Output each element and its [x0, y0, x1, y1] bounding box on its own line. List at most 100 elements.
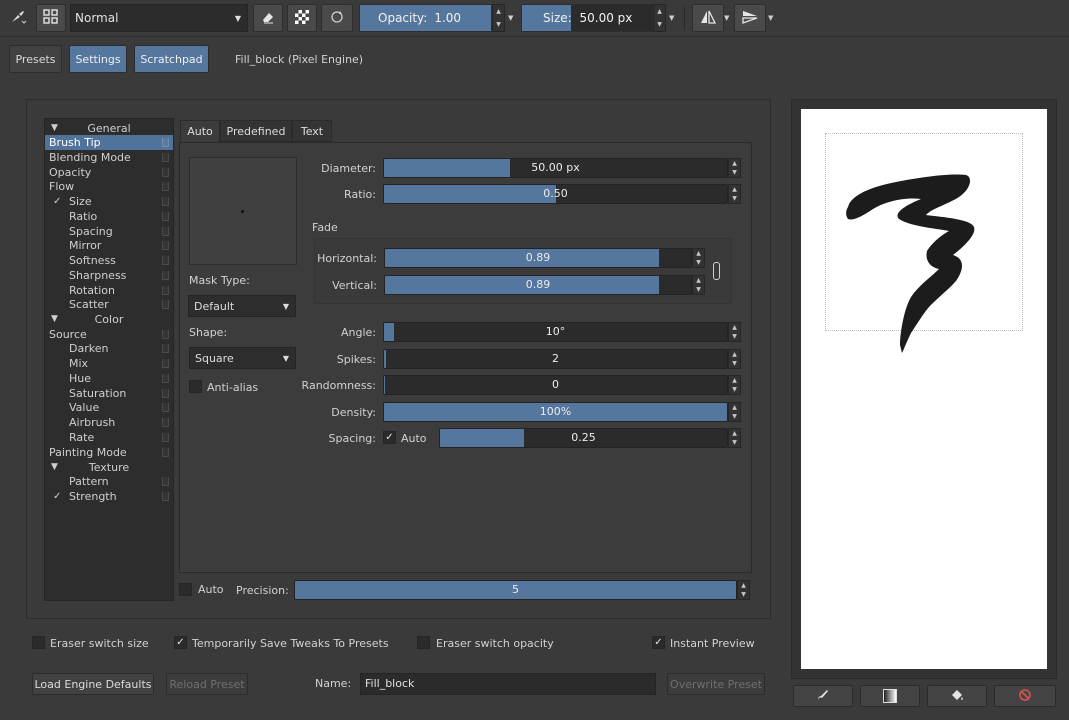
- lock-icon[interactable]: [162, 286, 169, 295]
- tree-group-texture[interactable]: ▼ Texture: [45, 460, 173, 475]
- spacing-slider[interactable]: 0.25: [439, 428, 728, 448]
- lock-icon[interactable]: [162, 241, 169, 250]
- preset-name-input[interactable]: Fill_block: [360, 673, 656, 695]
- overwrite-preset-button[interactable]: Overwrite Preset: [667, 673, 765, 695]
- eraser-switch-size-checkbox[interactable]: [32, 636, 45, 649]
- opacity-spinner[interactable]: ▲ ▼: [492, 4, 505, 32]
- spikes-slider[interactable]: 2: [383, 349, 728, 369]
- spikes-spinner[interactable]: ▲ ▼: [728, 349, 741, 369]
- tree-group-general[interactable]: ▼ General: [45, 121, 173, 136]
- randomness-spinner[interactable]: ▲ ▼: [728, 375, 741, 395]
- tree-item-softness[interactable]: Softness: [45, 253, 173, 268]
- tree-item-airbrush[interactable]: Airbrush: [45, 415, 173, 430]
- ratio-spinner[interactable]: ▲ ▼: [728, 184, 741, 204]
- lock-icon[interactable]: [162, 477, 169, 486]
- brush-settings-button[interactable]: [36, 4, 66, 32]
- blend-mode-dropdown[interactable]: Normal ▼: [70, 4, 248, 32]
- angle-slider[interactable]: 10°: [383, 322, 728, 342]
- density-spinner[interactable]: ▲ ▼: [728, 402, 741, 422]
- spacing-spinner[interactable]: ▲ ▼: [728, 428, 741, 448]
- angle-spinner[interactable]: ▲ ▼: [728, 322, 741, 342]
- scratchpad-clear-button[interactable]: [994, 685, 1056, 707]
- tree-item-pattern[interactable]: Pattern: [45, 474, 173, 489]
- mirror-horizontal-button[interactable]: [692, 4, 724, 32]
- eraser-mode-button[interactable]: [253, 4, 283, 32]
- tree-item-brush-tip[interactable]: Brush Tip: [45, 135, 173, 150]
- chain-link-icon[interactable]: [713, 262, 720, 280]
- tab-text[interactable]: Text: [292, 120, 332, 142]
- diameter-spinner[interactable]: ▲ ▼: [728, 158, 741, 178]
- reload-preset-button[interactable]: [321, 4, 353, 32]
- lock-icon[interactable]: [162, 256, 169, 265]
- diameter-slider[interactable]: 50.00 px: [383, 158, 728, 178]
- tree-item-rate[interactable]: Rate: [45, 430, 173, 445]
- mirror-vertical-button[interactable]: [734, 4, 766, 32]
- shape-dropdown[interactable]: Square ▼: [189, 347, 296, 369]
- horizontal-slider[interactable]: 0.89: [384, 248, 692, 268]
- tree-item-value[interactable]: Value: [45, 400, 173, 415]
- spacing-auto-checkbox[interactable]: ✓: [383, 431, 396, 444]
- tab-presets[interactable]: Presets: [9, 45, 62, 73]
- preserve-alpha-button[interactable]: [287, 4, 317, 32]
- tree-item-mirror[interactable]: Mirror: [45, 238, 173, 253]
- lock-icon[interactable]: [162, 197, 169, 206]
- precision-slider[interactable]: 5: [294, 580, 737, 600]
- lock-icon[interactable]: [162, 374, 169, 383]
- opacity-options-icon[interactable]: ▼: [508, 14, 513, 22]
- lock-icon[interactable]: [162, 138, 169, 147]
- tree-item-flow[interactable]: Flow: [45, 179, 173, 194]
- lock-icon[interactable]: [162, 330, 169, 339]
- lock-icon[interactable]: [162, 433, 169, 442]
- opacity-slider[interactable]: Opacity: 1.00: [359, 4, 492, 32]
- lock-icon[interactable]: [162, 359, 169, 368]
- tab-predefined[interactable]: Predefined: [220, 120, 292, 142]
- lock-icon[interactable]: [162, 418, 169, 427]
- size-slider[interactable]: Size: 50.00 px: [521, 4, 653, 32]
- lock-icon[interactable]: [162, 344, 169, 353]
- lock-icon[interactable]: [162, 153, 169, 162]
- lock-icon[interactable]: [162, 227, 169, 236]
- lock-icon[interactable]: [162, 168, 169, 177]
- tree-item-rotation[interactable]: Rotation: [45, 283, 173, 298]
- tree-item-sharpness[interactable]: Sharpness: [45, 268, 173, 283]
- tree-item-scatter[interactable]: Scatter: [45, 297, 173, 312]
- vertical-spinner[interactable]: ▲ ▼: [692, 275, 705, 295]
- tree-item-darken[interactable]: Darken: [45, 341, 173, 356]
- randomness-slider[interactable]: 0: [383, 375, 728, 395]
- tree-item-painting-mode[interactable]: Painting Mode: [45, 445, 173, 460]
- tree-item-ratio[interactable]: Ratio: [45, 209, 173, 224]
- tab-auto[interactable]: Auto: [180, 120, 220, 142]
- tree-item-opacity[interactable]: Opacity: [45, 165, 173, 180]
- precision-spinner[interactable]: ▲ ▼: [737, 580, 750, 600]
- lock-icon[interactable]: [162, 271, 169, 280]
- scratchpad-gradient-button[interactable]: [860, 685, 920, 707]
- vertical-slider[interactable]: 0.89: [384, 275, 692, 295]
- instant-preview-checkbox[interactable]: ✓: [652, 636, 665, 649]
- tree-item-size[interactable]: ✓ Size: [45, 194, 173, 209]
- ratio-slider[interactable]: 0.50: [383, 184, 728, 204]
- checkmark-icon[interactable]: ✓: [53, 489, 61, 504]
- tree-item-blending-mode[interactable]: Blending Mode: [45, 150, 173, 165]
- mirror-v-options-icon[interactable]: ▼: [768, 14, 773, 22]
- anti-alias-checkbox[interactable]: [189, 380, 202, 393]
- temp-save-checkbox[interactable]: ✓: [174, 636, 187, 649]
- size-spinner[interactable]: ▲ ▼: [653, 4, 666, 32]
- lock-icon[interactable]: [162, 182, 169, 191]
- lock-icon[interactable]: [162, 492, 169, 501]
- brush-preset-button[interactable]: [4, 4, 32, 32]
- tree-item-mix[interactable]: Mix: [45, 356, 173, 371]
- reload-preset-text-button[interactable]: Reload Preset: [166, 673, 248, 695]
- lock-icon[interactable]: [162, 389, 169, 398]
- tree-item-source[interactable]: Source: [45, 327, 173, 342]
- lock-icon[interactable]: [162, 448, 169, 457]
- scratchpad-canvas[interactable]: [801, 109, 1047, 669]
- lock-icon[interactable]: [162, 212, 169, 221]
- precision-auto-checkbox[interactable]: [179, 583, 192, 596]
- tab-scratchpad[interactable]: Scratchpad: [134, 45, 209, 73]
- size-options-icon[interactable]: ▼: [669, 14, 674, 22]
- horizontal-spinner[interactable]: ▲ ▼: [692, 248, 705, 268]
- density-slider[interactable]: 100%: [383, 402, 728, 422]
- mirror-h-options-icon[interactable]: ▼: [724, 14, 729, 22]
- scratchpad-fill-button[interactable]: [927, 685, 987, 707]
- tree-item-spacing[interactable]: Spacing: [45, 224, 173, 239]
